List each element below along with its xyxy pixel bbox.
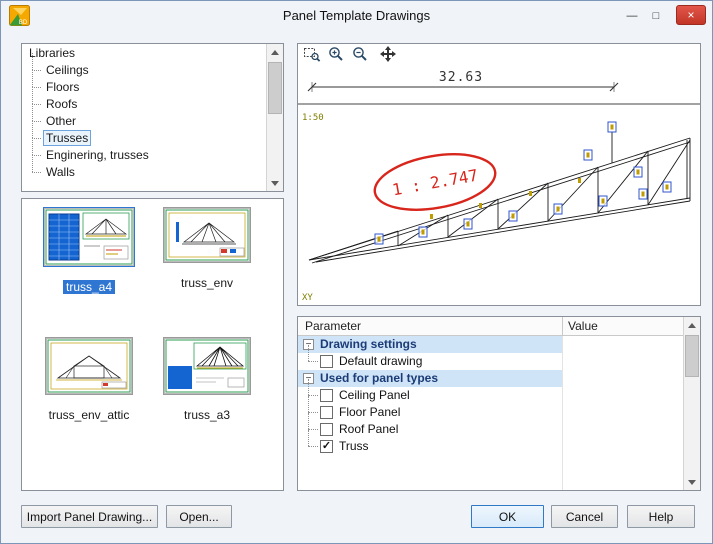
minimize-button[interactable]: — xyxy=(622,8,642,24)
drawing-canvas[interactable]: 32.63 1:50 xyxy=(298,64,700,305)
scroll-up-button[interactable] xyxy=(267,44,283,60)
help-button[interactable]: Help xyxy=(627,505,695,528)
dialog-window: BD Panel Template Drawings — □ × Librari… xyxy=(0,0,713,544)
param-label: Truss xyxy=(339,438,369,455)
param-row-floor-panel: Floor Panel xyxy=(298,404,683,421)
param-row-default-drawing: Default drawing xyxy=(298,353,683,370)
zoom-in-icon xyxy=(327,45,345,63)
group-label: Used for panel types xyxy=(320,370,438,387)
scroll-up-button[interactable] xyxy=(684,317,700,333)
thumbnail-image xyxy=(45,337,133,395)
scroll-down-icon xyxy=(688,480,696,485)
thumbnail-label: truss_env_attic xyxy=(46,408,133,422)
thumbnail-truss_a3[interactable]: truss_a3 xyxy=(152,337,262,422)
zoom-out-button[interactable] xyxy=(349,45,371,63)
tree-item-trusses[interactable]: Trusses xyxy=(22,130,266,147)
window-title: Panel Template Drawings xyxy=(1,8,712,23)
scroll-up-icon xyxy=(688,323,696,328)
param-row-roof-panel: Roof Panel xyxy=(298,421,683,438)
tree-item-floors[interactable]: Floors xyxy=(22,79,266,96)
pan-icon xyxy=(379,45,397,63)
svg-text:1 : 2.747: 1 : 2.747 xyxy=(391,166,480,200)
maximize-button[interactable]: □ xyxy=(646,8,666,24)
param-group-used-for-panel-types[interactable]: − Used for panel types xyxy=(298,370,683,387)
thumbnail-truss_env_attic[interactable]: truss_env_attic xyxy=(34,337,144,422)
titlebar: BD Panel Template Drawings — □ × xyxy=(1,1,712,31)
param-row-truss: ✓ Truss xyxy=(298,438,683,455)
pan-button[interactable] xyxy=(377,45,399,63)
cancel-button[interactable]: Cancel xyxy=(551,505,618,528)
close-button[interactable]: × xyxy=(676,5,706,25)
column-parameter: Parameter xyxy=(305,319,361,333)
ok-button[interactable]: OK xyxy=(471,505,544,528)
checkbox-truss[interactable]: ✓ xyxy=(320,440,333,453)
checkbox-default-drawing[interactable] xyxy=(320,355,333,368)
libraries-panel: Libraries Ceilings Floors Roofs Other Tr… xyxy=(21,43,284,192)
parameters-scrollbar[interactable] xyxy=(683,317,700,490)
open-button[interactable]: Open... xyxy=(166,505,232,528)
param-label: Floor Panel xyxy=(339,404,400,421)
thumbnail-truss_a4[interactable]: truss_a4 xyxy=(34,207,144,294)
tree-item-roofs[interactable]: Roofs xyxy=(22,96,266,113)
axis-label: XY xyxy=(302,293,313,303)
tree-root-libraries[interactable]: Libraries xyxy=(22,45,266,62)
zoom-window-button[interactable] xyxy=(301,45,323,63)
scroll-up-icon xyxy=(271,50,279,55)
thumbnail-truss_env[interactable]: truss_env xyxy=(152,207,262,290)
libraries-tree: Libraries Ceilings Floors Roofs Other Tr… xyxy=(22,45,266,191)
zoom-window-icon xyxy=(303,45,321,63)
parameters-panel: Parameter Value − Drawing settings Defau… xyxy=(297,316,701,491)
zoom-in-button[interactable] xyxy=(325,45,347,63)
param-label: Roof Panel xyxy=(339,421,398,438)
tree-item-enginering-trusses[interactable]: Enginering, trusses xyxy=(22,147,266,164)
scale-label: 1:50 xyxy=(302,113,324,123)
thumbnail-image xyxy=(43,207,135,267)
dimension-text: 32.63 xyxy=(439,70,483,85)
libraries-scrollbar[interactable] xyxy=(266,44,283,191)
thumbnail-label: truss_env xyxy=(178,276,236,290)
thumbnail-image xyxy=(163,207,251,263)
thumbnail-image xyxy=(163,337,251,395)
thumbnail-label: truss_a3 xyxy=(181,408,233,422)
tree-item-other[interactable]: Other xyxy=(22,113,266,130)
parameters-header: Parameter Value xyxy=(298,317,683,336)
scroll-down-button[interactable] xyxy=(267,175,283,191)
checkbox-floor-panel[interactable] xyxy=(320,406,333,419)
checkbox-roof-panel[interactable] xyxy=(320,423,333,436)
scroll-down-icon xyxy=(271,181,279,186)
scroll-down-button[interactable] xyxy=(684,474,700,490)
tree-item-ceilings[interactable]: Ceilings xyxy=(22,62,266,79)
template-thumbnails-panel: truss_a4 truss_env xyxy=(21,198,284,491)
import-panel-drawing-button[interactable]: Import Panel Drawing... xyxy=(21,505,158,528)
tree-item-walls[interactable]: Walls xyxy=(22,164,266,181)
libraries-scrollbar-thumb[interactable] xyxy=(268,62,282,114)
drawing-preview-panel: 32.63 1:50 xyxy=(297,43,701,306)
parameters-scrollbar-thumb[interactable] xyxy=(685,335,699,377)
param-row-ceiling-panel: Ceiling Panel xyxy=(298,387,683,404)
checkbox-ceiling-panel[interactable] xyxy=(320,389,333,402)
param-group-drawing-settings[interactable]: − Drawing settings xyxy=(298,336,683,353)
column-value: Value xyxy=(568,319,598,333)
preview-toolbar xyxy=(298,44,700,64)
param-label: Ceiling Panel xyxy=(339,387,410,404)
group-label: Drawing settings xyxy=(320,336,417,353)
thumbnail-label: truss_a4 xyxy=(63,280,115,294)
param-label: Default drawing xyxy=(339,353,422,370)
zoom-out-icon xyxy=(351,45,369,63)
